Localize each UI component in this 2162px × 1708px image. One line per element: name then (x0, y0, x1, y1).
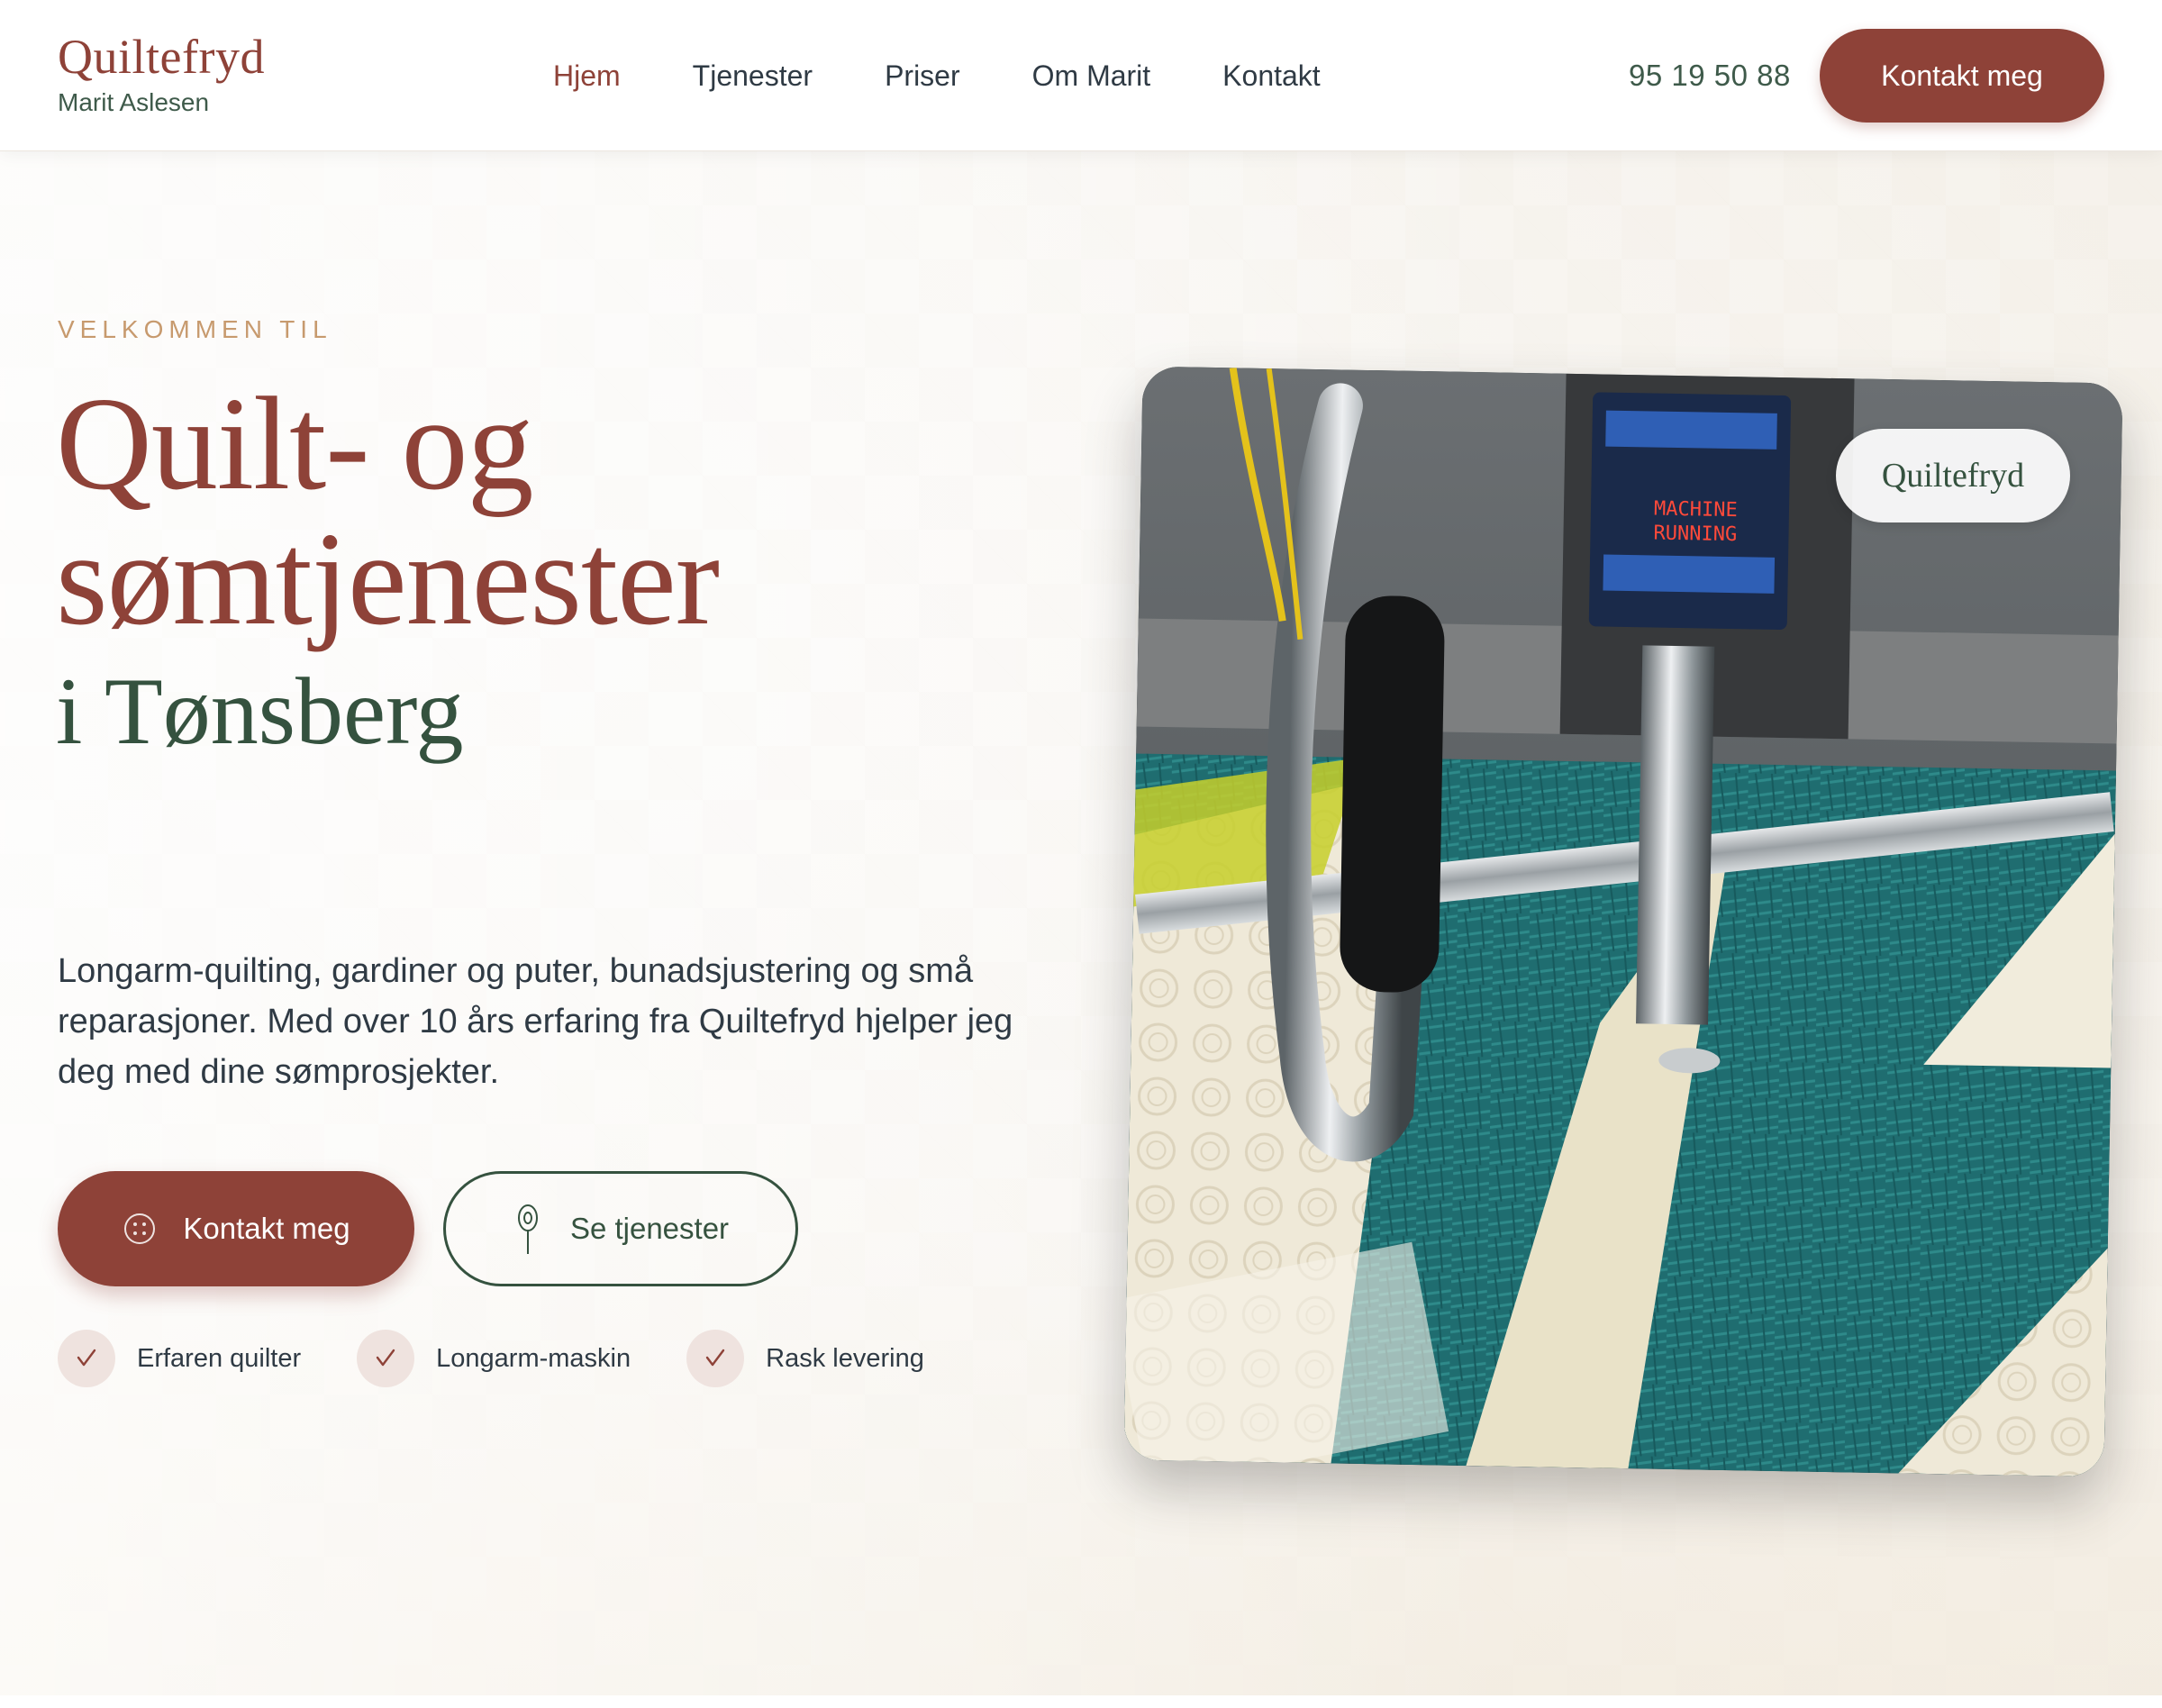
site-header: Quiltefryd Marit Aslesen Hjem Tjenester … (0, 0, 2162, 151)
brand-owner: Marit Aslesen (58, 88, 210, 116)
check-icon (357, 1330, 415, 1387)
feature-label: Erfaren quilter (137, 1343, 302, 1373)
nav-item-kontakt[interactable]: Kontakt (1222, 56, 1321, 95)
hero-lead: Longarm-quilting, gardiner og puter, bun… (58, 952, 1013, 1091)
button-icon (122, 1211, 158, 1247)
brand-logo[interactable]: Quiltefryd Marit Aslesen (58, 27, 265, 117)
hero-features: Erfaren quilter Longarm-maskin Rask leve… (58, 1330, 924, 1387)
photo-badge: Quiltefryd (1836, 429, 2070, 522)
needle-icon (513, 1202, 543, 1256)
headline-line-2: sømtjenester (56, 505, 720, 653)
hero-contact-button-label: Kontakt meg (183, 1212, 350, 1245)
nav-item-om-marit[interactable]: Om Marit (1032, 56, 1151, 95)
nav-item-priser[interactable]: Priser (885, 56, 960, 95)
hero-eyebrow: VELKOMMEN TIL (58, 315, 332, 343)
feature-item: Erfaren quilter (58, 1330, 301, 1387)
hero-photo: MACHINE RUNNING (1123, 366, 2123, 1477)
longarm-machine-photo: MACHINE RUNNING (1123, 366, 2123, 1477)
feature-item: Longarm-maskin (357, 1330, 631, 1387)
feature-item: Rask levering (686, 1330, 924, 1387)
headline-line-1: Quilt- og (56, 370, 534, 518)
main-nav: Hjem Tjenester Priser Om Marit Kontakt (553, 56, 1321, 95)
phone-link[interactable]: 95 19 50 88 (1629, 56, 1791, 95)
nav-item-hjem[interactable]: Hjem (553, 56, 621, 95)
feature-label: Rask levering (766, 1343, 924, 1373)
svg-text:RUNNING: RUNNING (1653, 522, 1737, 547)
check-icon (686, 1330, 745, 1387)
brand-name: Quiltefryd (58, 30, 265, 84)
hero-headline: Quilt- og sømtjenester (56, 370, 720, 653)
hero-services-button-label: Se tjenester (569, 1212, 730, 1245)
check-icon (58, 1330, 115, 1387)
hero-services-button[interactable]: Se tjenester (443, 1171, 798, 1286)
hero-headline-location: i Tønsberg (56, 659, 464, 764)
hero-contact-button[interactable]: Kontakt meg (58, 1171, 414, 1286)
machine-screen-text: MACHINE (1654, 498, 1738, 522)
nav-item-tjenester[interactable]: Tjenester (693, 56, 813, 95)
feature-label: Longarm-maskin (436, 1343, 631, 1373)
header-contact-button[interactable]: Kontakt meg (1820, 29, 2104, 123)
